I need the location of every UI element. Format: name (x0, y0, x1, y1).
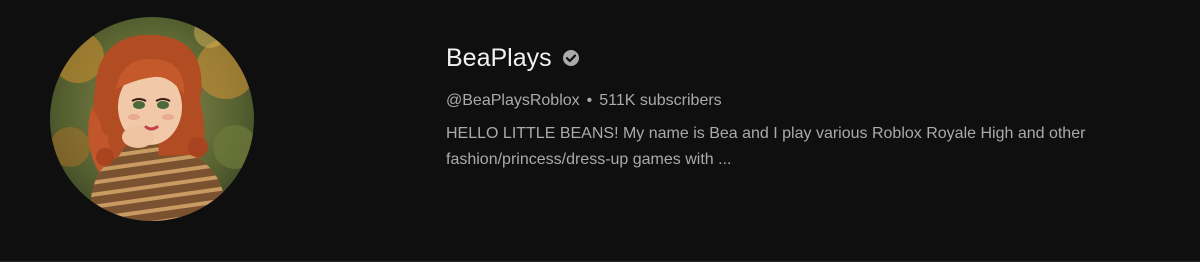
meta-separator: • (586, 92, 593, 109)
channel-header-row: BeaPlays @BeaPlaysRoblox • 511K subscrib… (0, 0, 1200, 262)
channel-name-line: BeaPlays (446, 40, 1166, 76)
verified-badge-icon (562, 49, 580, 67)
channel-meta: @BeaPlaysRoblox • 511K subscribers (446, 90, 1166, 112)
channel-description[interactable]: HELLO LITTLE BEANS! My name is Bea and I… (446, 121, 1166, 173)
avatar-illustration (50, 17, 254, 221)
channel-info: BeaPlays @BeaPlaysRoblox • 511K subscrib… (446, 40, 1166, 173)
channel-handle[interactable]: @BeaPlaysRoblox (446, 90, 580, 112)
channel-name[interactable]: BeaPlays (446, 40, 552, 76)
subscriber-count: 511K subscribers (599, 92, 722, 109)
channel-avatar[interactable] (50, 17, 254, 221)
